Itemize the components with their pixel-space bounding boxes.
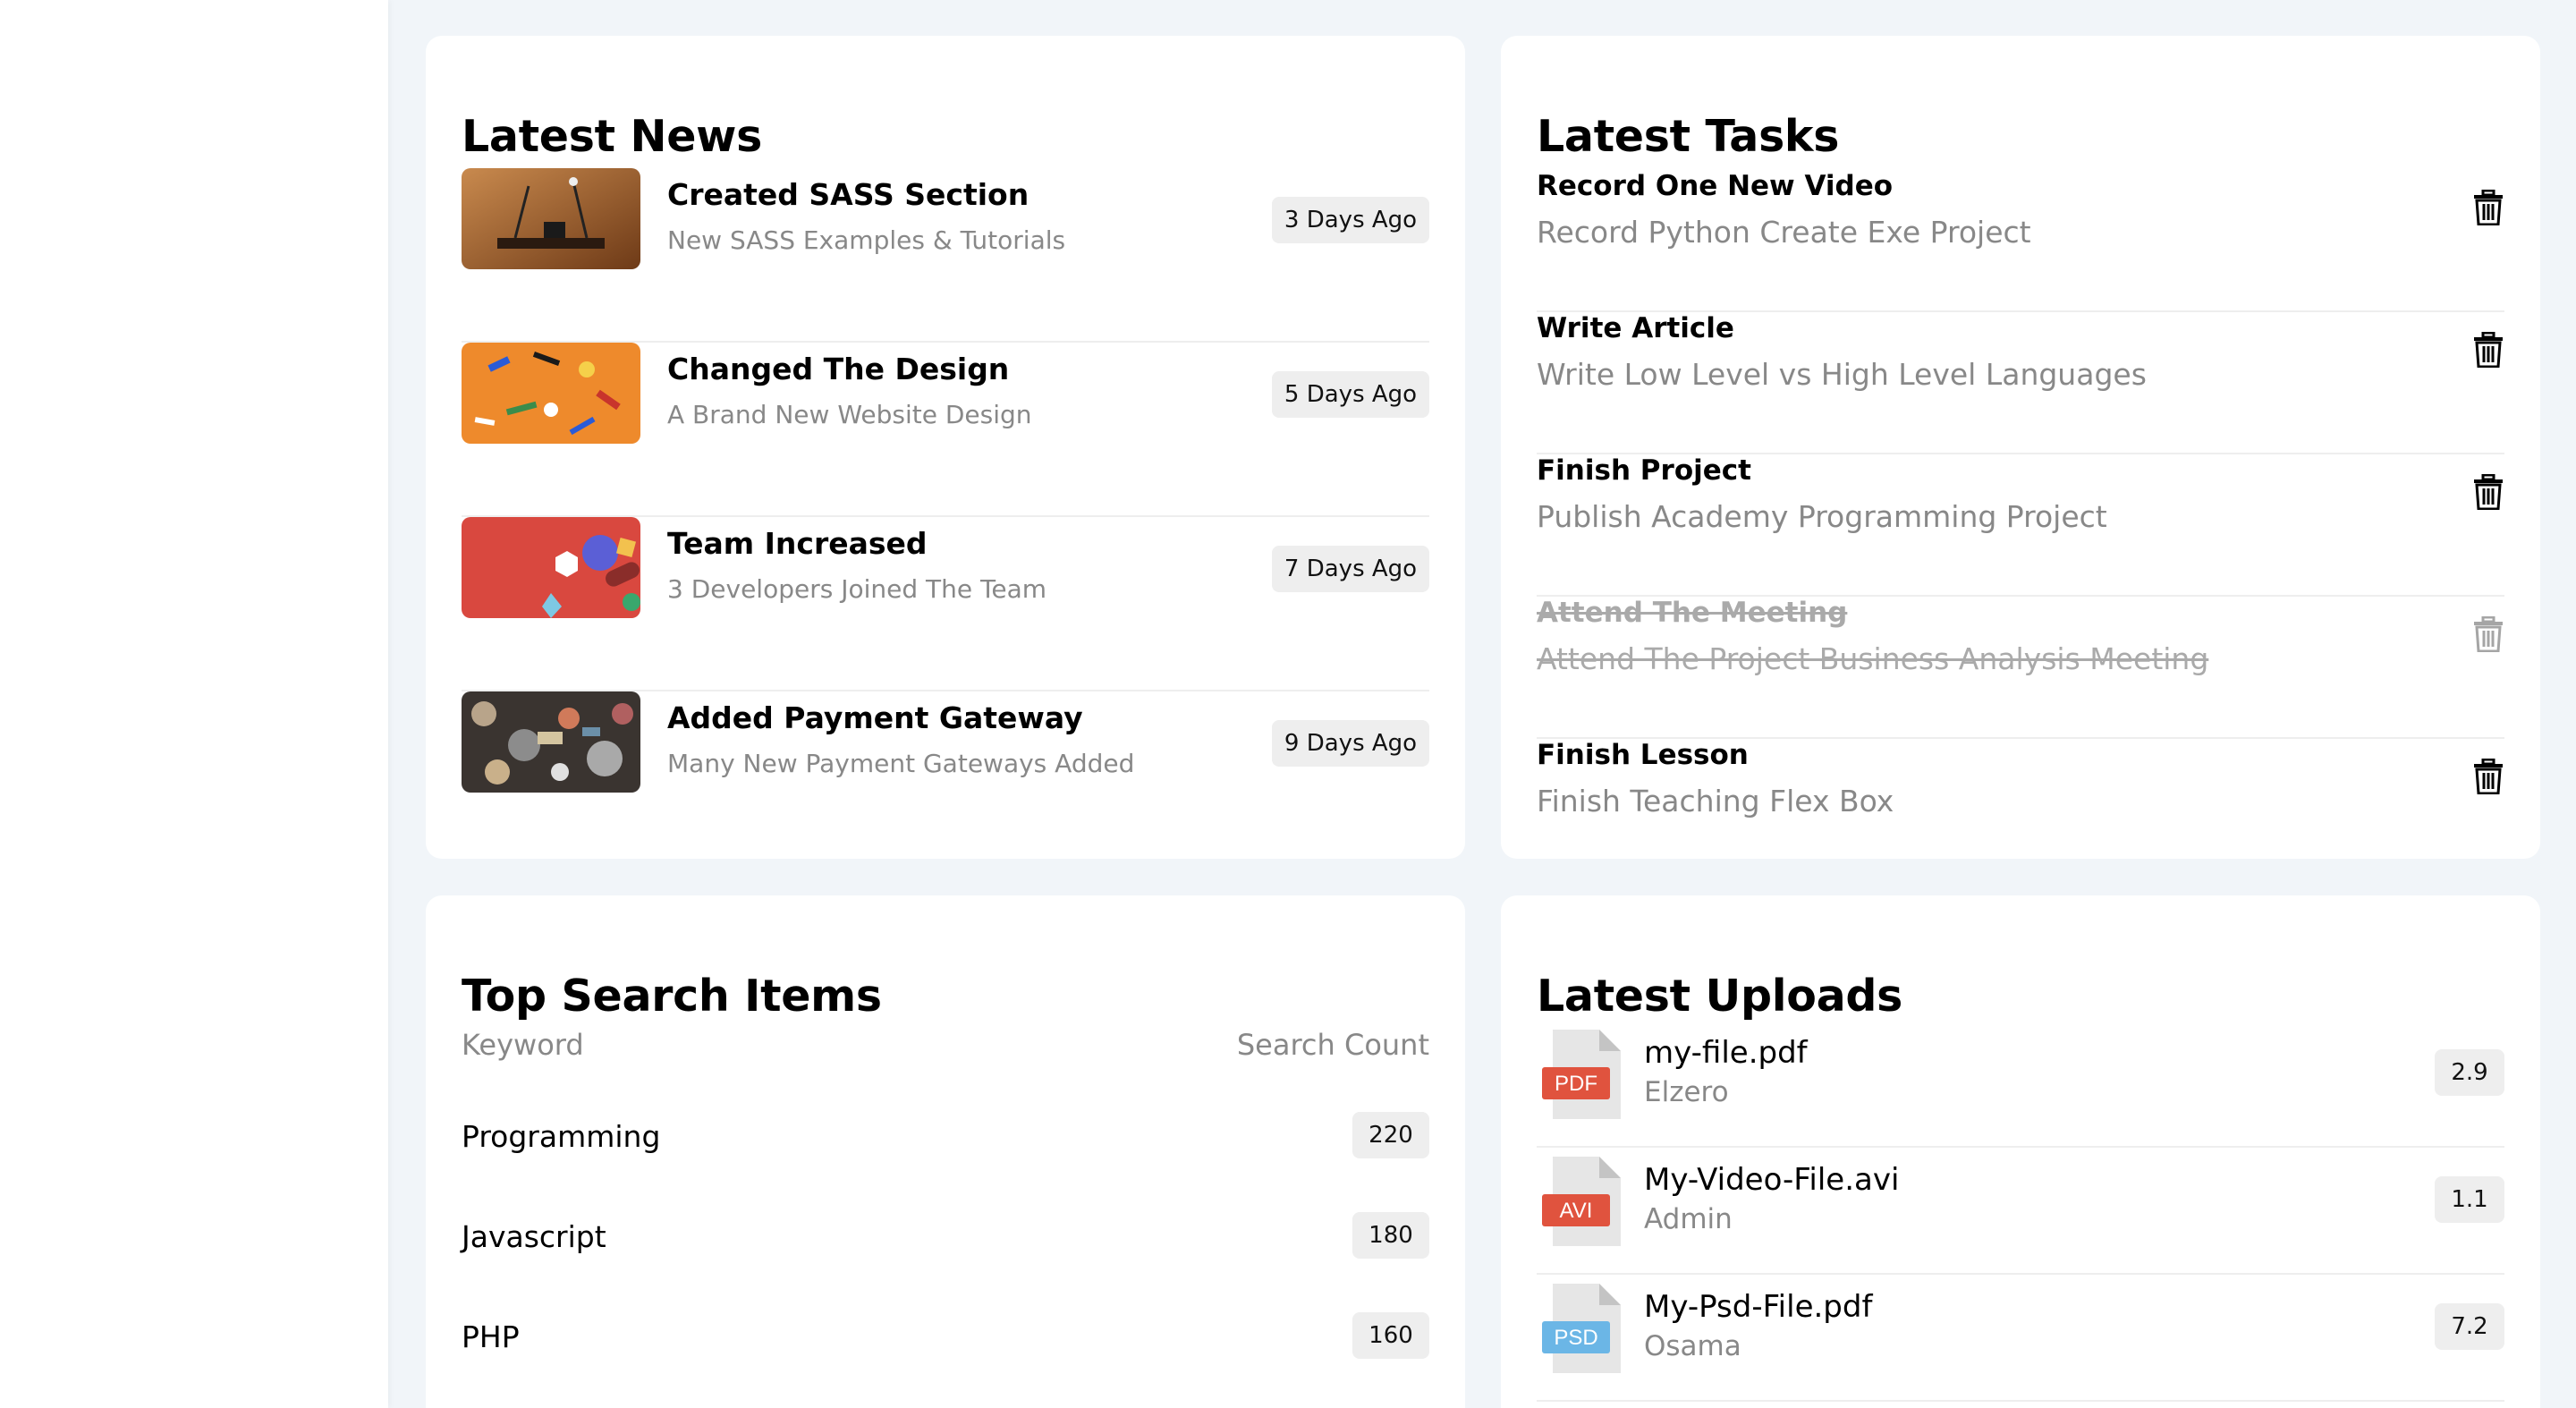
keyword-column-header: Keyword [462, 1028, 584, 1062]
upload-item[interactable]: PSD My-Psd-File.pdf Osama 7.2 [1537, 1275, 2504, 1402]
trash-icon[interactable] [2472, 616, 2504, 652]
upload-owner: Osama [1644, 1330, 1741, 1362]
latest-news-card: Latest News Created SASS Section New SAS… [426, 36, 1465, 859]
upload-size-badge: 2.9 [2435, 1049, 2504, 1096]
top-search-title: Top Search Items [462, 971, 882, 1022]
task-item: Record One New Video Record Python Creat… [1537, 170, 2504, 312]
svg-text:PSD: PSD [1554, 1326, 1597, 1350]
search-count-badge: 160 [1352, 1312, 1429, 1359]
news-item-title: Changed The Design [667, 352, 1010, 386]
news-item-title: Added Payment Gateway [667, 700, 1083, 735]
task-item: Finish Lesson Finish Teaching Flex Box [1537, 739, 2504, 881]
upload-item[interactable]: AVI My-Video-File.avi Admin 1.1 [1537, 1148, 2504, 1275]
latest-tasks-card: Latest Tasks Record One New Video Record… [1501, 36, 2540, 859]
news-thumbnail [462, 517, 640, 618]
task-subtitle: Write Low Level vs High Level Languages [1537, 357, 2147, 392]
trash-icon[interactable] [2472, 332, 2504, 368]
psd-file-icon: PSD [1542, 1284, 1621, 1373]
news-thumbnail [462, 691, 640, 793]
news-item[interactable]: Added Payment Gateway Many New Payment G… [462, 691, 1429, 866]
trash-icon[interactable] [2472, 190, 2504, 225]
sidebar [0, 0, 388, 1408]
news-time-badge: 5 Days Ago [1272, 371, 1429, 418]
task-subtitle: Attend The Project Business Analysis Mee… [1537, 641, 2209, 676]
search-count-badge: 180 [1352, 1212, 1429, 1259]
upload-size-badge: 1.1 [2435, 1176, 2504, 1223]
news-item[interactable]: Team Increased 3 Developers Joined The T… [462, 517, 1429, 691]
upload-size-badge: 7.2 [2435, 1303, 2504, 1350]
news-time-badge: 3 Days Ago [1272, 197, 1429, 243]
search-row: PHP 160 [462, 1312, 1429, 1362]
search-row: Javascript 180 [462, 1212, 1429, 1262]
upload-item[interactable]: PDF my-file.pdf Elzero 2.9 [1537, 1021, 2504, 1148]
upload-owner: Elzero [1644, 1076, 1729, 1108]
upload-file-name: my-file.pdf [1644, 1035, 1808, 1071]
upload-file-name: My-Psd-File.pdf [1644, 1289, 1873, 1325]
latest-tasks-title: Latest Tasks [1537, 111, 1840, 162]
news-item-subtitle: New SASS Examples & Tutorials [667, 225, 1066, 255]
trash-icon[interactable] [2472, 759, 2504, 794]
trash-icon[interactable] [2472, 474, 2504, 510]
search-keyword: PHP [462, 1319, 520, 1354]
news-item-title: Created SASS Section [667, 177, 1030, 212]
top-search-card: Top Search Items Keyword Search Count Pr… [426, 895, 1465, 1408]
task-title: Finish Project [1537, 454, 1751, 487]
task-title: Finish Lesson [1537, 739, 1749, 771]
news-item-subtitle: Many New Payment Gateways Added [667, 749, 1135, 778]
task-subtitle: Finish Teaching Flex Box [1537, 784, 1894, 819]
pdf-file-icon: PDF [1542, 1030, 1621, 1119]
svg-text:AVI: AVI [1560, 1199, 1593, 1223]
task-subtitle: Record Python Create Exe Project [1537, 215, 2031, 250]
news-item[interactable]: Changed The Design A Brand New Website D… [462, 343, 1429, 517]
count-column-header: Search Count [1236, 1028, 1429, 1062]
search-keyword: Programming [462, 1119, 661, 1154]
news-time-badge: 9 Days Ago [1272, 720, 1429, 767]
task-title: Attend The Meeting [1537, 597, 1848, 629]
task-item-done: Attend The Meeting Attend The Project Bu… [1537, 597, 2504, 739]
search-row: Programming 220 [462, 1112, 1429, 1162]
task-item: Finish Project Publish Academy Programmi… [1537, 454, 2504, 597]
news-thumbnail [462, 168, 640, 269]
latest-uploads-card: Latest Uploads PDF my-file.pdf Elzero 2.… [1501, 895, 2540, 1408]
task-title: Record One New Video [1537, 170, 1894, 202]
news-item[interactable]: Created SASS Section New SASS Examples &… [462, 168, 1429, 343]
search-keyword: Javascript [462, 1219, 606, 1254]
avi-file-icon: AVI [1542, 1157, 1621, 1246]
upload-file-name: My-Video-File.avi [1644, 1162, 1900, 1198]
search-count-badge: 220 [1352, 1112, 1429, 1158]
task-subtitle: Publish Academy Programming Project [1537, 499, 2107, 534]
task-item: Write Article Write Low Level vs High Le… [1537, 312, 2504, 454]
svg-text:PDF: PDF [1555, 1072, 1597, 1096]
latest-news-title: Latest News [462, 111, 762, 162]
news-thumbnail [462, 343, 640, 444]
news-time-badge: 7 Days Ago [1272, 546, 1429, 592]
upload-owner: Admin [1644, 1203, 1733, 1235]
task-title: Write Article [1537, 312, 1734, 344]
latest-uploads-title: Latest Uploads [1537, 971, 1903, 1022]
news-item-subtitle: 3 Developers Joined The Team [667, 574, 1047, 604]
news-item-title: Team Increased [667, 526, 928, 561]
news-item-subtitle: A Brand New Website Design [667, 400, 1032, 429]
